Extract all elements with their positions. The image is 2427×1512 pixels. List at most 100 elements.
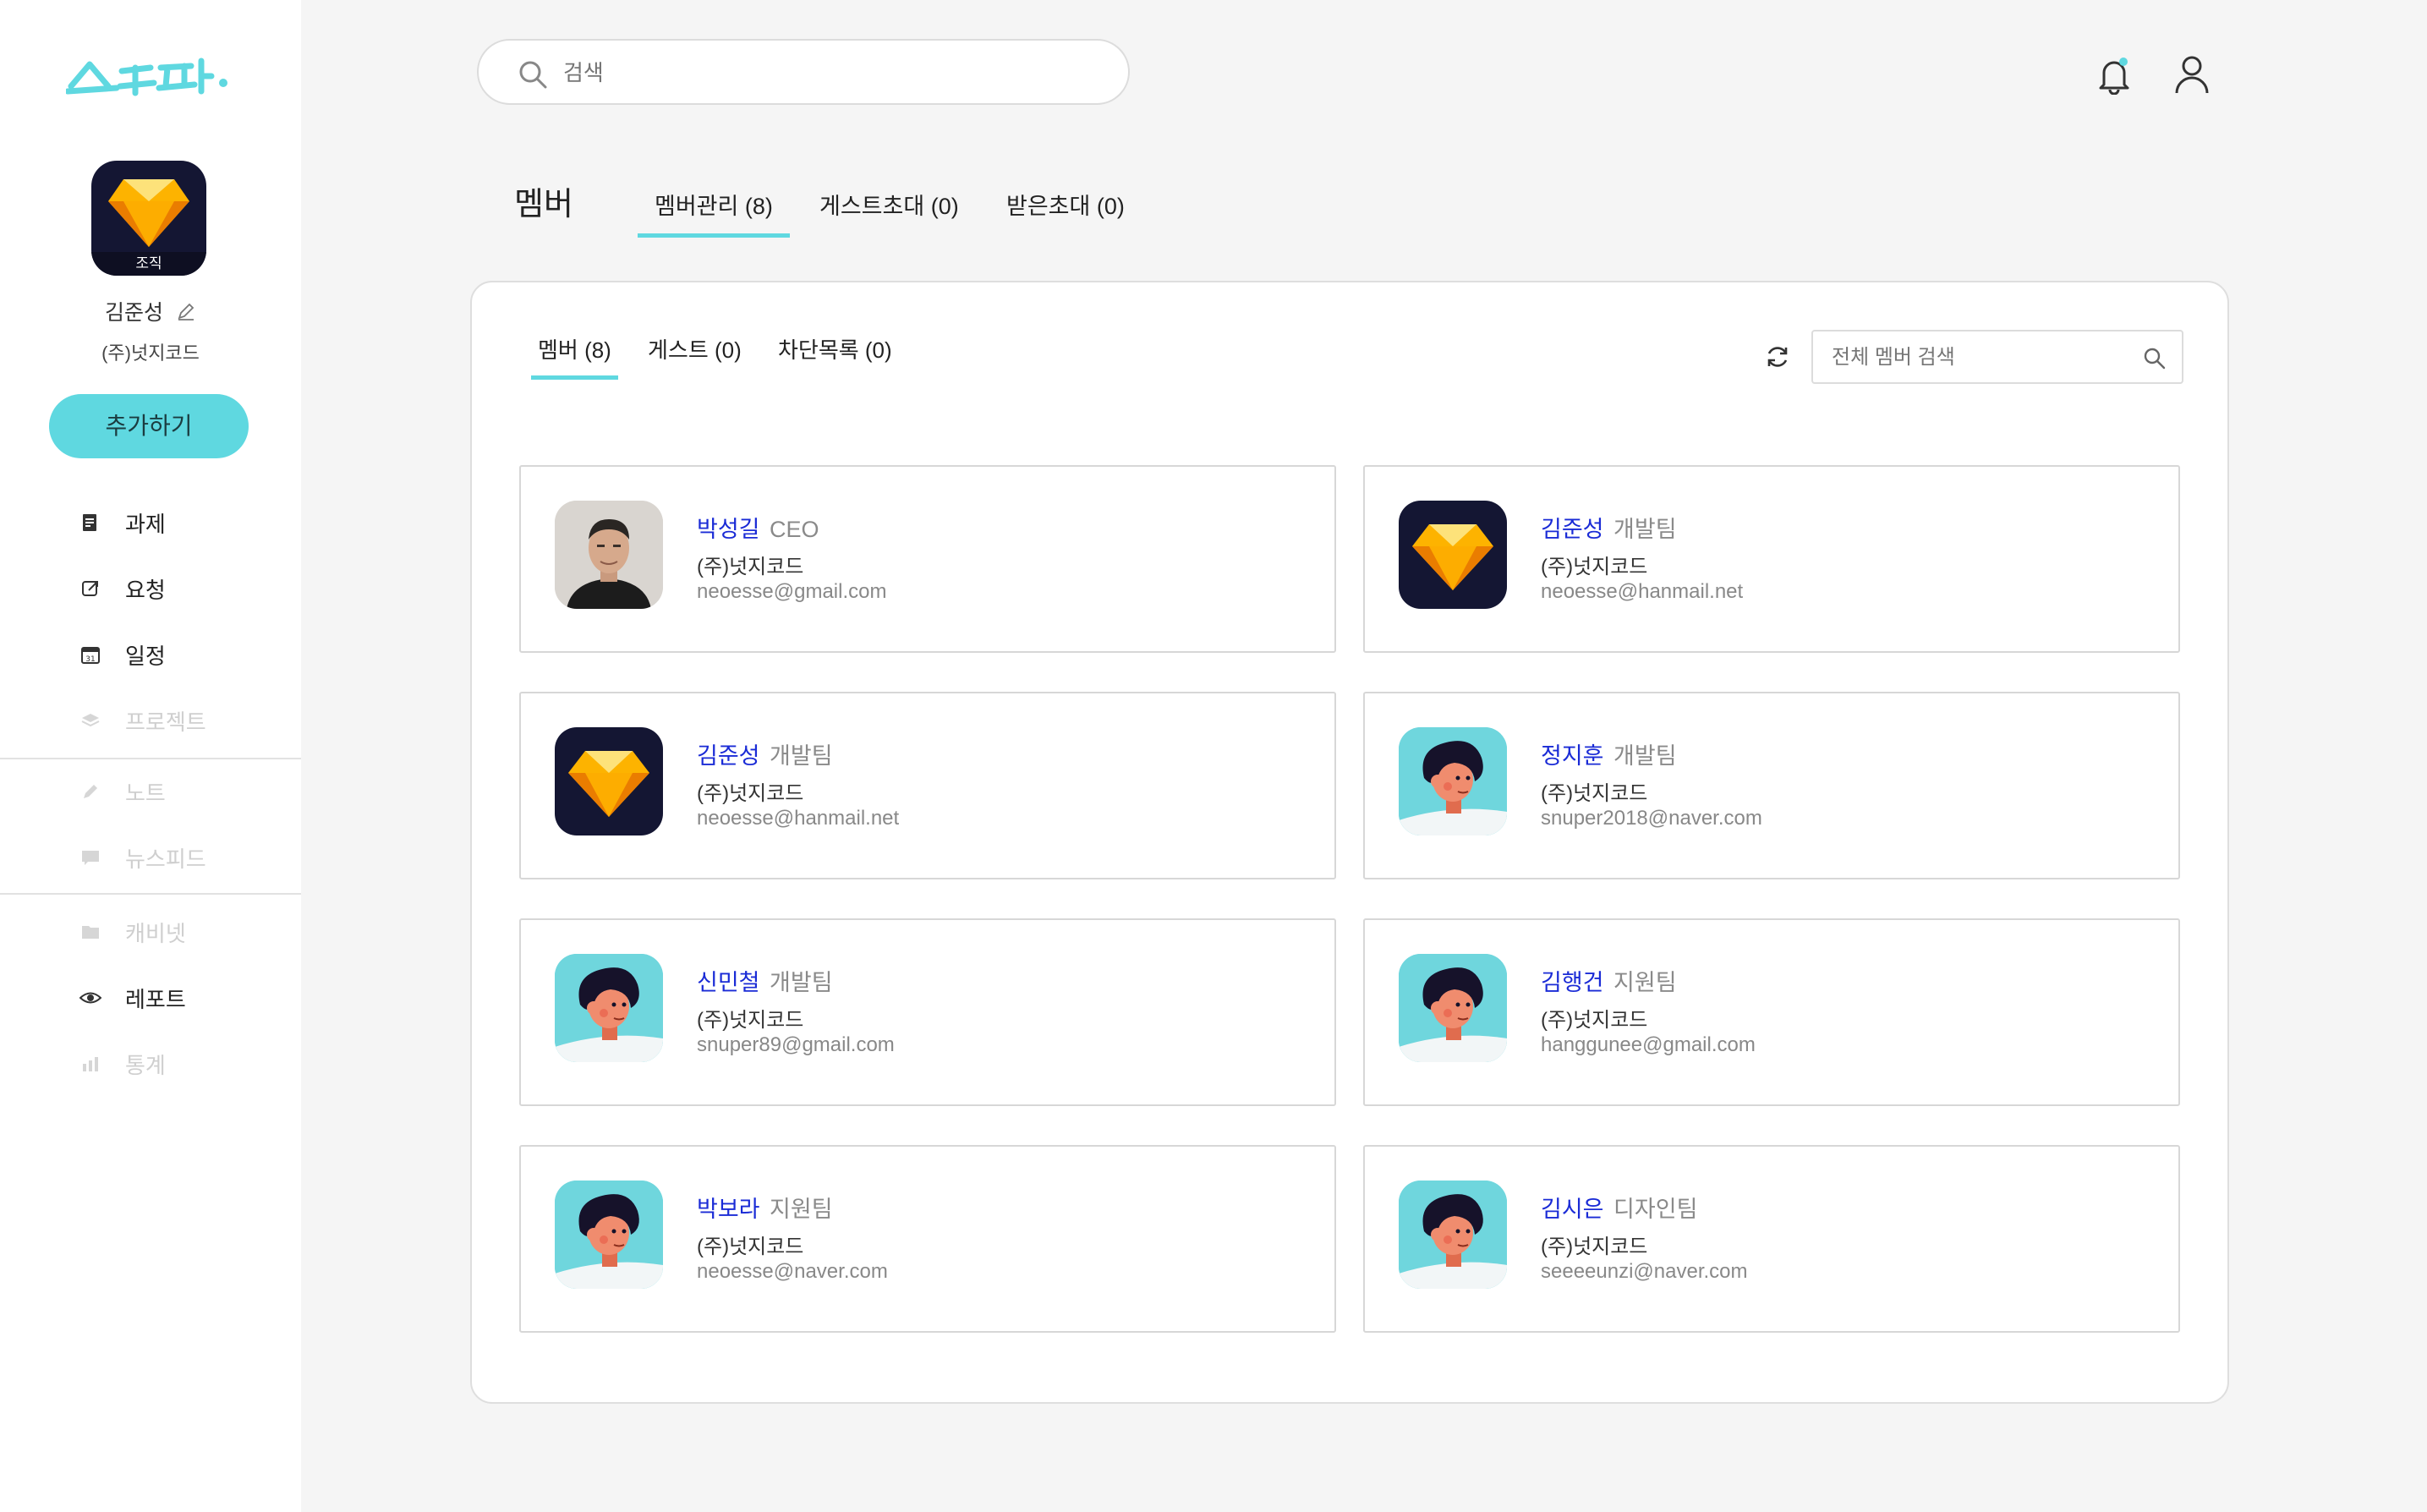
member-card[interactable]: 정지훈 개발팀 (주)넛지코드 snuper2018@naver.com [1363, 692, 2180, 879]
member-name-line: 신민철 개발팀 [697, 964, 833, 997]
bell-icon[interactable] [2096, 54, 2133, 95]
sidebar-divider [0, 758, 301, 759]
member-card[interactable]: 김준성 개발팀 (주)넛지코드 neoesse@hanmail.net [1363, 465, 2180, 653]
member-name[interactable]: 박성길 [697, 517, 760, 542]
member-card[interactable]: 김준성 개발팀 (주)넛지코드 neoesse@hanmail.net [519, 692, 1336, 879]
member-team: 개발팀 [1613, 743, 1677, 769]
chat-icon [79, 846, 101, 868]
sidebar-item-label: 노트 [125, 780, 166, 806]
member-name[interactable]: 김준성 [1541, 517, 1604, 542]
member-team: 개발팀 [1613, 517, 1677, 542]
member-team: 지원팀 [1613, 970, 1677, 995]
sidebar-item-schedule[interactable]: 31 일정 [0, 629, 301, 680]
member-card[interactable]: 신민철 개발팀 (주)넛지코드 snuper89@gmail.com [519, 918, 1336, 1106]
character-avatar [555, 954, 663, 1062]
member-team: 개발팀 [770, 743, 833, 769]
member-email: neoesse@gmail.com [697, 580, 887, 603]
user-icon[interactable] [2173, 54, 2211, 95]
member-search-input[interactable] [1832, 340, 2136, 375]
diamond-icon [108, 179, 189, 247]
member-name[interactable]: 김시은 [1541, 1197, 1604, 1222]
member-email: snuper2018@naver.com [1541, 807, 1762, 830]
member-name[interactable]: 정지훈 [1541, 743, 1604, 769]
sidebar-item-newsfeed[interactable]: 뉴스피드 [0, 832, 301, 883]
member-company: (주)넛지코드 [1541, 782, 1648, 805]
member-team: 개발팀 [770, 970, 833, 995]
global-search[interactable] [477, 39, 1130, 105]
sidebar-item-project[interactable]: 프로젝트 [0, 695, 301, 746]
subtab-guests[interactable]: 게스트 (0) [648, 333, 742, 364]
character-avatar [1399, 727, 1507, 835]
member-company: (주)넛지코드 [1541, 1235, 1648, 1258]
eye-icon [79, 987, 101, 1009]
member-name[interactable]: 김행건 [1541, 970, 1604, 995]
folder-icon [79, 921, 101, 943]
sidebar-item-label: 과제 [125, 511, 166, 537]
snuper-logo[interactable] [66, 49, 232, 103]
member-name[interactable]: 신민철 [697, 970, 760, 995]
member-name-line: 김준성 개발팀 [1541, 511, 1677, 544]
bar-chart-icon [79, 1053, 101, 1075]
member-email: seeeeunzi@naver.com [1541, 1260, 1748, 1283]
member-name-line: 김시은 디자인팀 [1541, 1191, 1697, 1224]
pencil-icon [79, 781, 101, 803]
member-card[interactable]: 김행건 지원팀 (주)넛지코드 hanggunee@gmail.com [1363, 918, 2180, 1106]
member-name[interactable]: 김준성 [697, 743, 760, 769]
sidebar-item-label: 일정 [125, 643, 166, 669]
sidebar-item-label: 뉴스피드 [125, 846, 206, 872]
sidebar-divider [0, 893, 301, 895]
member-search[interactable] [1811, 330, 2183, 384]
sidebar-item-report[interactable]: 레포트 [0, 972, 301, 1023]
member-name-line: 김준성 개발팀 [697, 737, 833, 770]
member-email: neoesse@hanmail.net [697, 807, 900, 830]
subtab-blocked[interactable]: 차단목록 (0) [778, 333, 892, 364]
refresh-icon[interactable] [1764, 343, 1791, 370]
character-avatar [1399, 954, 1507, 1062]
gem-avatar [555, 727, 663, 835]
task-icon [79, 512, 101, 534]
sidebar-item-task[interactable]: 과제 [0, 497, 301, 548]
member-card[interactable]: 박성길 CEO (주)넛지코드 neoesse@gmail.com [519, 465, 1336, 653]
member-email: snuper89@gmail.com [697, 1033, 895, 1056]
add-button[interactable]: 추가하기 [49, 394, 249, 458]
member-company: (주)넛지코드 [697, 1235, 804, 1258]
gem-avatar [1399, 501, 1507, 609]
page-title: 멤버 [514, 187, 573, 222]
sidebar-item-request[interactable]: 요청 [0, 563, 301, 614]
sidebar-item-note[interactable]: 노트 [0, 766, 301, 817]
member-company: (주)넛지코드 [697, 782, 804, 805]
member-name-line: 정지훈 개발팀 [1541, 737, 1677, 770]
member-company: (주)넛지코드 [697, 556, 804, 578]
member-email: neoesse@naver.com [697, 1260, 888, 1283]
edit-icon[interactable] [176, 301, 196, 327]
member-team: 디자인팀 [1613, 1197, 1698, 1222]
tab-guest-invite[interactable]: 게스트초대 (0) [819, 188, 959, 221]
member-card[interactable]: 김시은 디자인팀 (주)넛지코드 seeeeunzi@naver.com [1363, 1145, 2180, 1333]
search-icon[interactable] [2143, 347, 2167, 370]
user-name: 김준성 [0, 296, 301, 327]
sidebar-item-stats[interactable]: 통계 [0, 1038, 301, 1089]
user-company: (주)넛지코드 [101, 342, 200, 364]
org-avatar[interactable]: 조직 [91, 161, 206, 276]
search-input[interactable] [563, 52, 1087, 93]
sidebar-item-label: 통계 [125, 1052, 166, 1078]
sidebar: 조직 김준성 (주)넛지코드 추가하기 과제 요청 31 일정 프로젝트 노트 … [0, 0, 301, 1512]
member-company: (주)넛지코드 [1541, 1009, 1648, 1032]
search-icon [519, 61, 547, 89]
tab-received-invite[interactable]: 받은초대 (0) [1006, 188, 1125, 221]
member-company: (주)넛지코드 [697, 1009, 804, 1032]
member-email: hanggunee@gmail.com [1541, 1033, 1756, 1056]
member-name-line: 박보라 지원팀 [697, 1191, 833, 1224]
subtab-members[interactable]: 멤버 (8) [531, 333, 618, 380]
org-tag: 조직 [91, 252, 206, 276]
member-photo [555, 501, 663, 609]
sidebar-item-label: 캐비넷 [125, 920, 186, 946]
member-name[interactable]: 박보라 [697, 1197, 760, 1222]
member-email: neoesse@hanmail.net [1541, 580, 1744, 603]
member-name-line: 박성길 CEO [697, 511, 819, 544]
member-name-line: 김행건 지원팀 [1541, 964, 1677, 997]
member-card[interactable]: 박보라 지원팀 (주)넛지코드 neoesse@naver.com [519, 1145, 1336, 1333]
sidebar-item-cabinet[interactable]: 캐비넷 [0, 907, 301, 957]
member-team: CEO [770, 517, 819, 542]
tab-member-management[interactable]: 멤버관리 (8) [638, 188, 790, 238]
